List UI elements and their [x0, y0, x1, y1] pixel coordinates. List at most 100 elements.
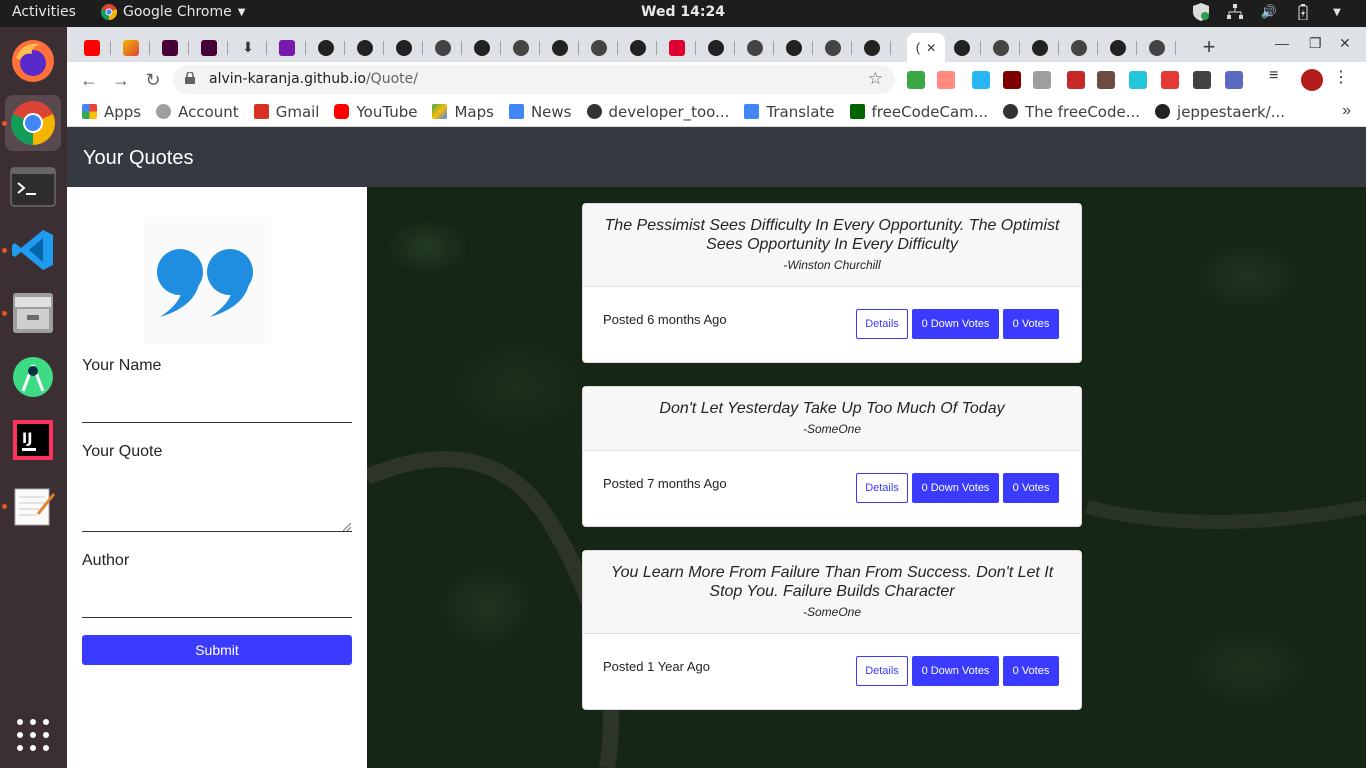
bookmark-apps[interactable]: Apps [82, 103, 141, 121]
tab-onenote[interactable] [268, 33, 306, 62]
new-tab-button[interactable]: + [1195, 33, 1223, 61]
votes-button[interactable]: 0 Votes [1003, 309, 1059, 339]
extension-download-icon[interactable] [907, 71, 925, 89]
tab-globe-5[interactable] [814, 33, 852, 62]
tab-bookmark-manager[interactable] [112, 33, 150, 62]
screenshot-icon[interactable] [1033, 71, 1051, 89]
details-button[interactable]: Details [856, 656, 908, 686]
text-editor-launcher[interactable] [5, 477, 61, 533]
extension-cube-icon[interactable] [1193, 71, 1211, 89]
details-button[interactable]: Details [856, 309, 908, 339]
bookmark-gmail[interactable]: Gmail [253, 103, 319, 121]
chrome-launcher[interactable] [5, 95, 61, 151]
power-menu-icon[interactable]: ▼ [1328, 3, 1346, 21]
tab-github-5[interactable] [541, 33, 579, 62]
maximize-icon[interactable]: ❐ [1309, 35, 1322, 52]
tab-globe-7[interactable] [1060, 33, 1098, 62]
down-votes-button[interactable]: 0 Down Votes [912, 473, 999, 503]
down-votes-button[interactable]: 0 Down Votes [912, 656, 999, 686]
intellij-launcher[interactable]: IJ [5, 412, 61, 468]
tab-github-12[interactable] [1099, 33, 1137, 62]
back-arrow-icon[interactable]: ← [77, 68, 101, 92]
bookmark-account[interactable]: Account [156, 103, 239, 121]
bookmark-news[interactable]: News [508, 103, 572, 121]
tab-active[interactable]: ( ✕ [907, 33, 945, 62]
tab-globe-4[interactable] [736, 33, 774, 62]
tab-xd[interactable] [151, 33, 189, 62]
show-applications-button[interactable] [17, 719, 49, 751]
github-icon [1110, 39, 1126, 56]
tab-globe-2[interactable] [502, 33, 540, 62]
tab-github-7[interactable] [697, 33, 735, 62]
bookmark-developer-tools[interactable]: developer_too... [586, 103, 729, 121]
tab-globe-1[interactable] [424, 33, 462, 62]
app-menu[interactable]: Google Chrome ▼ [101, 4, 245, 20]
extension-counter-icon[interactable] [972, 71, 990, 89]
bookmark-label: Translate [766, 102, 835, 121]
close-icon[interactable]: ✕ [926, 41, 936, 55]
extension-picker-icon[interactable] [1225, 71, 1243, 89]
volume-icon[interactable]: 🔊 [1260, 3, 1278, 21]
ublock-icon[interactable] [1003, 71, 1021, 89]
site-brand[interactable]: Your Quotes [83, 147, 193, 170]
tab-github-2[interactable] [346, 33, 384, 62]
forward-arrow-icon[interactable]: → [109, 68, 133, 92]
tab-globe-8[interactable] [1138, 33, 1176, 62]
votes-button[interactable]: 0 Votes [1003, 656, 1059, 686]
minimize-icon[interactable]: — [1275, 35, 1289, 51]
resize-grip-icon[interactable] [343, 523, 351, 531]
extension-red-icon[interactable] [1067, 71, 1085, 89]
tab-github-6[interactable] [619, 33, 657, 62]
extension-dots-icon[interactable] [1161, 71, 1179, 89]
tab-github-3[interactable] [385, 33, 423, 62]
reload-icon[interactable]: ↻ [141, 68, 165, 92]
tab-globe-3[interactable] [580, 33, 618, 62]
android-studio-launcher[interactable] [5, 349, 61, 405]
tab-github-10[interactable] [943, 33, 981, 62]
system-tray[interactable]: 🔊 ▼ [1192, 3, 1346, 21]
terminal-launcher[interactable] [5, 159, 61, 215]
media-control-icon[interactable]: ≡ [1269, 67, 1287, 85]
files-launcher[interactable] [5, 285, 61, 341]
battery-icon[interactable] [1294, 3, 1312, 21]
tab-angular[interactable] [658, 33, 696, 62]
bookmarks-overflow-icon[interactable]: » [1342, 102, 1351, 120]
quote-textarea[interactable] [82, 471, 352, 532]
details-button[interactable]: Details [856, 473, 908, 503]
tab-github-4[interactable] [463, 33, 501, 62]
close-window-icon[interactable]: ✕ [1339, 35, 1351, 52]
star-icon[interactable]: ☆ [868, 69, 883, 89]
shield-icon[interactable] [1192, 3, 1210, 21]
tab-github-8[interactable] [775, 33, 813, 62]
down-votes-button[interactable]: 0 Down Votes [912, 309, 999, 339]
more-menu-icon[interactable]: ⋮ [1333, 67, 1351, 86]
extension-camera-icon[interactable] [937, 71, 955, 89]
tab-xd-2[interactable] [190, 33, 228, 62]
votes-button[interactable]: 0 Votes [1003, 473, 1059, 503]
submit-button[interactable]: Submit [82, 635, 352, 665]
tab-github-9[interactable] [853, 33, 891, 62]
bookmark-maps[interactable]: Maps [432, 103, 494, 121]
network-icon[interactable] [1226, 3, 1244, 21]
quote-text: Don't Let Yesterday Take Up Too Much Of … [659, 400, 1005, 417]
vscode-launcher[interactable] [5, 222, 61, 278]
avatar[interactable] [1301, 69, 1323, 91]
name-input[interactable] [82, 401, 352, 423]
address-bar[interactable]: alvin-karanja.github.io/Quote/ ☆ [173, 65, 895, 94]
bookmark-the-freecode[interactable]: The freeCode... [1003, 103, 1140, 121]
tab-youtube[interactable] [73, 33, 111, 62]
bookmark-label: The freeCode... [1025, 102, 1141, 121]
author-input[interactable] [82, 596, 352, 618]
bookmark-youtube[interactable]: YouTube [334, 103, 417, 121]
bookmark-jeppestaerk[interactable]: jeppestaerk/... [1155, 103, 1285, 121]
firefox-launcher[interactable] [5, 33, 61, 89]
extension-heart-icon[interactable] [1129, 71, 1147, 89]
extension-tools-icon[interactable] [1097, 71, 1115, 89]
activities-button[interactable]: Activities [12, 4, 76, 20]
tab-downloads[interactable]: ⬇ [229, 33, 267, 62]
tab-globe-6[interactable] [982, 33, 1020, 62]
bookmark-translate[interactable]: Translate [744, 102, 835, 121]
tab-github-1[interactable] [307, 33, 345, 62]
tab-github-11[interactable] [1021, 33, 1059, 62]
bookmark-freecodecamp[interactable]: freeCodeCam... [849, 103, 988, 121]
